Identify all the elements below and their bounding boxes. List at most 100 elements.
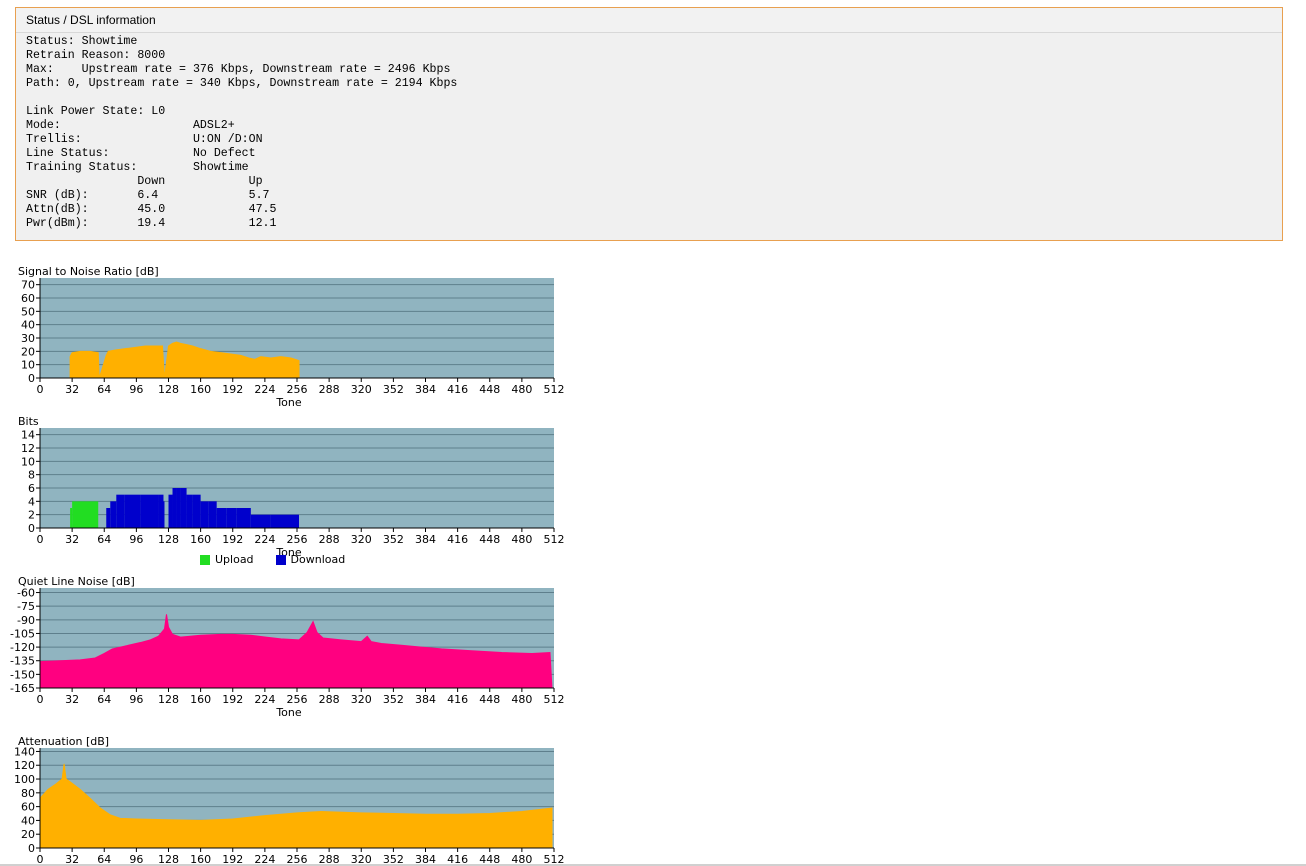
x-tick-label: 160: [190, 533, 211, 546]
download-bar: [140, 494, 159, 528]
legend-upload: Upload: [200, 553, 254, 566]
download-bar: [216, 508, 227, 528]
x-tick-label: 96: [129, 383, 143, 396]
x-tick-label: 64: [97, 693, 111, 706]
y-tick-label: -120: [10, 641, 35, 654]
status-line: Trellis: U:ON /D:ON: [26, 133, 263, 146]
status-line: SNR (dB): 6.4 5.7: [26, 189, 270, 202]
x-tick-label: 320: [351, 693, 372, 706]
status-line: Mode: ADSL2+: [26, 119, 235, 132]
y-tick-label: 6: [28, 482, 35, 495]
upload-label: Upload: [215, 553, 254, 566]
y-tick-label: -60: [17, 587, 35, 600]
x-tick-label: 352: [383, 693, 404, 706]
download-bar: [110, 501, 117, 528]
x-axis-label: Tone: [275, 396, 302, 409]
download-bar: [116, 494, 125, 528]
x-tick-label: 512: [544, 693, 565, 706]
x-tick-label: 32: [65, 383, 79, 396]
x-tick-label: 448: [479, 383, 500, 396]
download-bar: [250, 514, 271, 528]
download-label: Download: [290, 553, 346, 566]
x-tick-label: 64: [97, 533, 111, 546]
legend-download: Download: [275, 553, 346, 566]
x-tick-label: 160: [190, 383, 211, 396]
x-tick-label: 0: [37, 693, 44, 706]
status-line: Down Up: [137, 175, 263, 188]
x-tick-label: 192: [222, 693, 243, 706]
y-tick-label: 2: [28, 509, 35, 522]
x-tick-label: 64: [97, 383, 111, 396]
status-line: Path: 0, Upstream rate = 340 Kbps, Downs…: [26, 77, 458, 90]
x-tick-label: 416: [447, 693, 468, 706]
download-bar: [208, 501, 217, 528]
x-tick-label: 32: [65, 693, 79, 706]
x-tick-label: 448: [479, 533, 500, 546]
y-tick-label: 0: [28, 842, 35, 855]
download-bar: [158, 494, 164, 528]
x-tick-label: 512: [544, 383, 565, 396]
dsl-status-panel: Status / DSL information Status: Showtim…: [15, 7, 1283, 241]
download-bar: [226, 508, 237, 528]
x-tick-label: 128: [158, 693, 179, 706]
y-tick-label: 10: [21, 359, 35, 372]
x-tick-label: 224: [254, 533, 275, 546]
y-tick-label: -75: [17, 600, 35, 613]
x-tick-label: 480: [511, 383, 532, 396]
y-tick-label: 60: [21, 292, 35, 305]
x-tick-label: 480: [511, 533, 532, 546]
x-tick-label: 96: [129, 693, 143, 706]
x-tick-label: 384: [415, 693, 436, 706]
x-tick-label: 288: [319, 383, 340, 396]
x-tick-label: 160: [190, 693, 211, 706]
status-line: Pwr(dBm): 19.4 12.1: [26, 217, 277, 230]
y-tick-label: 20: [21, 345, 35, 358]
x-tick-label: 32: [65, 533, 79, 546]
x-tick-label: 256: [287, 693, 308, 706]
x-tick-label: 192: [222, 383, 243, 396]
bits-legend: Upload Download: [200, 553, 367, 566]
y-tick-label: -90: [17, 614, 35, 627]
x-tick-label: 288: [319, 533, 340, 546]
status-line: Training Status: Showtime: [26, 161, 249, 174]
y-tick-label: 14: [21, 429, 35, 442]
download-bar: [200, 501, 209, 528]
x-tick-label: 448: [479, 693, 500, 706]
x-tick-label: 512: [544, 533, 565, 546]
x-tick-label: 192: [222, 533, 243, 546]
x-tick-label: 480: [511, 693, 532, 706]
download-bar: [180, 488, 187, 528]
y-tick-label: 70: [21, 279, 35, 292]
y-tick-label: -150: [10, 668, 35, 681]
x-tick-label: 352: [383, 533, 404, 546]
y-tick-label: 0: [28, 372, 35, 385]
download-bar: [270, 514, 300, 528]
x-tick-label: 416: [447, 533, 468, 546]
y-tick-label: 120: [14, 759, 35, 772]
y-tick-label: 40: [21, 814, 35, 827]
x-tick-label: 320: [351, 383, 372, 396]
y-tick-label: 100: [14, 773, 35, 786]
download-bar: [186, 494, 193, 528]
upload-bar: [72, 501, 99, 528]
attn-chart: 0204060801001201400 32 64 96 128 160 192 224 256…: [14, 745, 565, 866]
y-tick-label: 20: [21, 828, 35, 841]
upload-swatch: [200, 554, 210, 565]
y-tick-label: 10: [21, 455, 35, 468]
status-line: Retrain Reason: 8000: [26, 49, 166, 62]
status-line: Link Power State: L0: [26, 105, 166, 118]
x-tick-label: 384: [415, 533, 436, 546]
x-tick-label: 128: [158, 533, 179, 546]
y-tick-label: 12: [21, 442, 35, 455]
x-tick-label: 224: [254, 693, 275, 706]
x-tick-label: 0: [37, 533, 44, 546]
x-tick-label: 384: [415, 383, 436, 396]
y-tick-label: 4: [28, 495, 35, 508]
download-bar: [163, 501, 165, 528]
x-tick-label: 128: [158, 383, 179, 396]
x-tick-label: 288: [319, 693, 340, 706]
x-tick-label: 224: [254, 383, 275, 396]
y-tick-label: -105: [10, 627, 35, 640]
snr-chart: 010203040506070 0 32 64 96 128 160 192 224 256 288…: [21, 278, 565, 409]
x-axis-label: Tone: [275, 706, 302, 719]
